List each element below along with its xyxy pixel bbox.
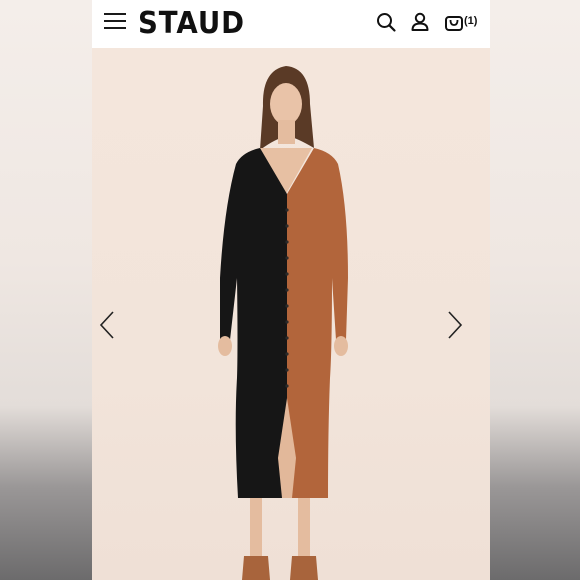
product-page: STAUD (1) xyxy=(92,0,490,580)
brand-logo[interactable]: STAUD xyxy=(138,6,245,42)
site-header: STAUD (1) xyxy=(92,0,490,48)
blurred-background-right xyxy=(490,0,580,580)
blurred-background-left xyxy=(0,0,92,580)
shopping-bag-icon[interactable] xyxy=(443,11,465,33)
cart-count-badge[interactable]: (1) xyxy=(464,15,477,27)
product-image xyxy=(92,48,490,580)
search-icon[interactable] xyxy=(375,11,397,33)
chevron-left-icon[interactable] xyxy=(98,310,118,340)
user-icon[interactable] xyxy=(409,11,431,33)
model-wearing-dress-image xyxy=(218,66,348,580)
chevron-right-icon[interactable] xyxy=(444,310,464,340)
hamburger-menu-icon[interactable] xyxy=(104,12,126,32)
